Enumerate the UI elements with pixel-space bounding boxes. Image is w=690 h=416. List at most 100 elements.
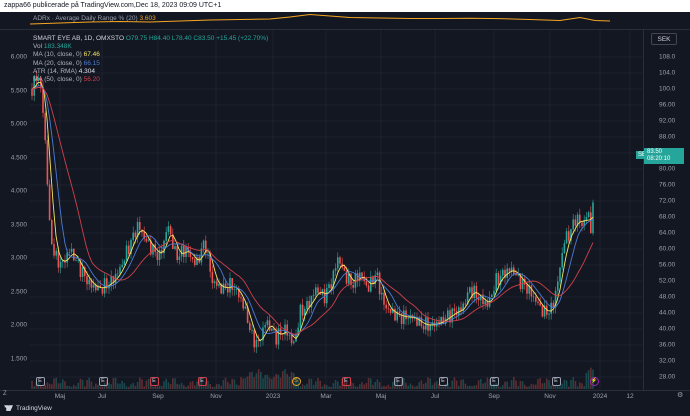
volume-bar [554, 385, 557, 389]
volume-bar [284, 369, 286, 389]
right-axis-tick: 68.00 [659, 213, 676, 221]
volume-bar [130, 384, 132, 389]
dividend-event-icon[interactable]: ⚡ [589, 377, 599, 386]
right-axis-tick: 60.00 [659, 245, 676, 253]
volume-bar [585, 372, 588, 389]
right-axis-tick: 88.00 [659, 133, 676, 141]
candle-body [218, 283, 220, 286]
candle-body [453, 308, 456, 311]
ma10-value: 67.46 [83, 51, 100, 59]
earnings-event-icon[interactable]: E [149, 377, 159, 386]
candle-body [559, 267, 561, 282]
candle-body [227, 287, 229, 293]
candle-body [469, 287, 471, 293]
volume-bar [334, 379, 337, 389]
volume-bar [370, 378, 372, 389]
candle-body [191, 256, 194, 260]
volume-bar [581, 383, 583, 389]
volume-bar [557, 386, 559, 389]
volume-bar [409, 383, 412, 389]
tradingview-chart-screenshot: zappa66 publicerade på TradingView.com,D… [0, 0, 690, 416]
right-price-axis[interactable]: 108.0104.0100.096.0092.0088.0084.0080.00… [643, 30, 690, 390]
volume-bar [66, 385, 68, 389]
candle-body [387, 308, 390, 310]
volume-bar [515, 380, 517, 389]
ma20-label[interactable]: MA (20, close, 0) [33, 60, 82, 67]
candle-body [587, 212, 590, 218]
ma10-label[interactable]: MA (10, close, 0) [33, 51, 82, 58]
settings-gear-icon[interactable]: ⚙ [677, 391, 683, 399]
currency-button[interactable]: SEK [651, 33, 677, 45]
volume-bar [152, 386, 154, 389]
volume-bar [260, 371, 262, 389]
candle-body [550, 302, 552, 314]
candle-body [356, 273, 359, 281]
volume-bar [411, 385, 414, 389]
earnings-event-icon[interactable]: E [341, 377, 351, 386]
volume-bar [271, 378, 273, 389]
candle-body [176, 246, 178, 261]
split-event-icon[interactable]: S [291, 377, 301, 386]
volume-bar [99, 386, 101, 389]
volume-bar [81, 379, 84, 389]
earnings-event-icon[interactable]: E [489, 377, 499, 386]
ma20-value: 66.15 [83, 59, 100, 67]
candle-body [31, 89, 33, 96]
ma50-label[interactable]: MA (50, close, 0) [33, 76, 82, 83]
candle-body [561, 253, 563, 268]
volume-bar [524, 384, 526, 389]
earnings-event-icon[interactable]: E [35, 377, 45, 386]
volume-bar [367, 377, 370, 389]
volume-bar [231, 378, 233, 389]
candle-body [407, 318, 409, 320]
left-axis-tick: 2.000 [10, 321, 27, 329]
time-axis-tick: Jul [430, 393, 440, 400]
earnings-event-icon[interactable]: E [438, 377, 448, 386]
earnings-event-icon[interactable]: E [393, 377, 403, 386]
earnings-event-icon[interactable]: E [98, 377, 108, 386]
earnings-event-icon[interactable]: E [551, 377, 561, 386]
volume-bar [183, 385, 185, 389]
atr-label[interactable]: ATR (14, RMA) [33, 68, 77, 75]
volume-bar [352, 383, 354, 389]
volume-bar [77, 382, 79, 389]
z-button[interactable]: Z [3, 391, 7, 397]
volume-bar [431, 384, 434, 389]
volume-bar [42, 386, 44, 389]
volume-bar [286, 373, 288, 389]
volume-bar [546, 378, 548, 389]
volume-bar [156, 386, 159, 389]
volume-bar [68, 385, 71, 389]
ohlc-values: O79.75 H84.40 L78.40 C83.50 +15.45 (+22.… [125, 35, 269, 42]
volume-bar [79, 378, 82, 389]
brand-name: TradingView [16, 405, 52, 412]
volume-bar [145, 380, 148, 389]
symbol-title[interactable]: SMART EYE AB, 1D, OMXSTO [33, 35, 124, 42]
right-axis-tick: 56.00 [659, 261, 676, 269]
earnings-event-icon[interactable]: E [197, 377, 207, 386]
volume-bar [328, 386, 330, 389]
volume-bar [31, 380, 33, 389]
volume-bar [337, 381, 339, 389]
candle-body [242, 298, 244, 309]
candle-body [271, 328, 273, 331]
left-axis-tick: 4.000 [10, 187, 27, 195]
candle-body [253, 330, 255, 348]
volume-bar [101, 386, 104, 389]
volume-bar [288, 376, 291, 389]
left-price-axis[interactable]: 6.000 5.500 5.000 4.500 4.000 3.500 3.000 2.500… [0, 30, 30, 390]
candle-body [343, 267, 346, 271]
volume-bar [548, 380, 550, 389]
volume-bar [427, 377, 429, 389]
candle-body [299, 304, 302, 328]
time-axis-tick: Maj [375, 393, 387, 400]
time-axis[interactable]: Maj Jul Sep Nov 2023 Mar Maj Jul Sep Nov 2024 12 [0, 390, 690, 402]
candle-body [268, 320, 271, 331]
volume-bar [519, 380, 522, 389]
candle-body [145, 238, 148, 242]
volume-bar [53, 378, 55, 389]
volume-bar [332, 383, 335, 389]
candle-body [398, 311, 401, 314]
tradingview-logo-icon [4, 405, 13, 412]
volume-bar [70, 386, 73, 389]
